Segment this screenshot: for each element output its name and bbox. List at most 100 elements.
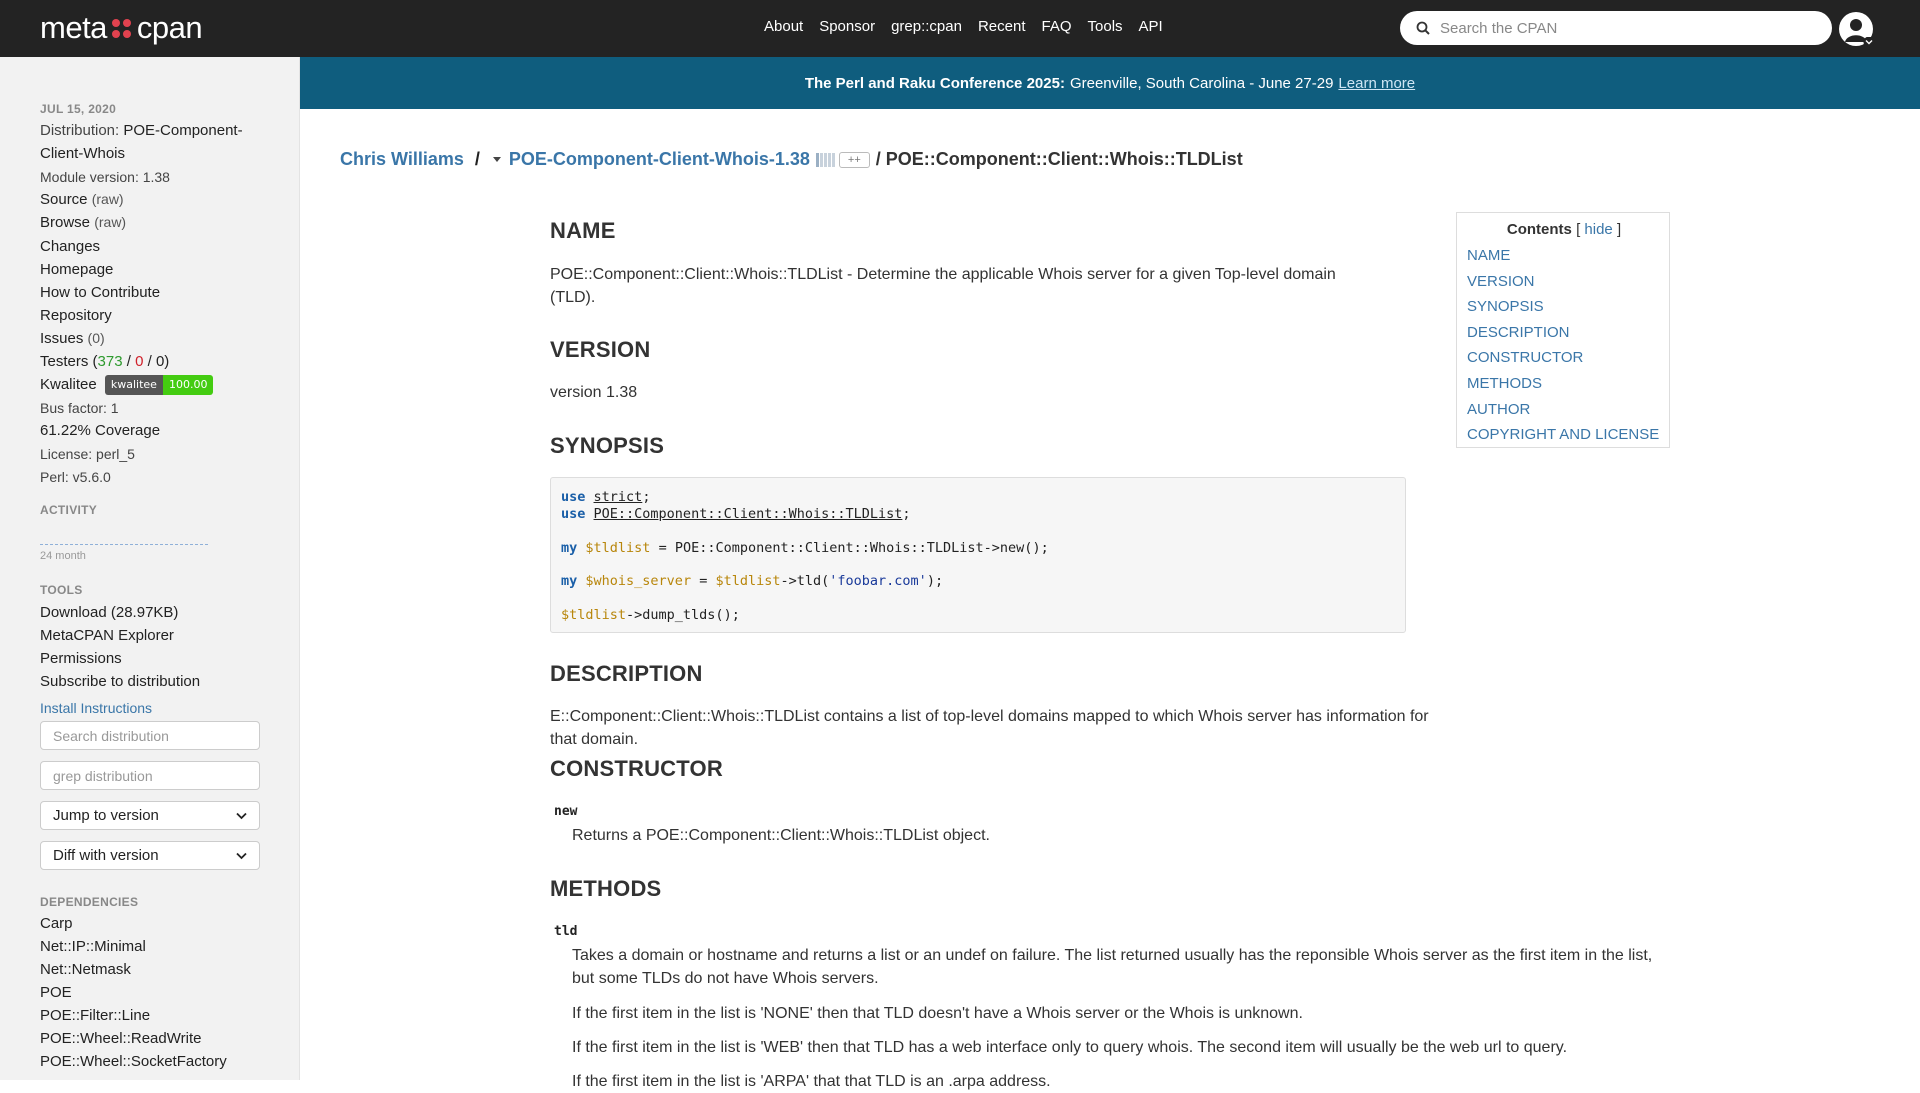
- distribution-link[interactable]: POE-Component-Client-Whois-1.38: [509, 149, 810, 170]
- method-tld-arpa-text: If the first item in the list is 'ARPA' …: [572, 1073, 1051, 1090]
- logo-text-left: meta: [40, 10, 107, 45]
- issues-count: (0): [87, 330, 105, 346]
- kwalitee-badge-value: 100.00: [162, 375, 214, 395]
- toc-item-synopsis[interactable]: SYNOPSIS: [1467, 298, 1659, 324]
- top-navbar: meta cpan About Sponsor grep::cpan Recen…: [0, 0, 1920, 57]
- dependency-link[interactable]: POE::Filter::Line: [40, 1007, 150, 1024]
- search-box: [1400, 11, 1832, 45]
- browse-link[interactable]: Browse: [40, 214, 90, 231]
- banner-learn-more-link[interactable]: Learn more: [1338, 75, 1415, 92]
- download-link[interactable]: Download (28.97KB): [40, 604, 178, 621]
- method-term-tld: tld: [554, 924, 578, 939]
- section-heading-name: NAME: [550, 218, 616, 243]
- chevron-down-icon: [236, 812, 247, 819]
- breadcrumb-separator: /: [474, 149, 480, 169]
- name-text: POE::Component::Client::Whois::TLDList -…: [550, 266, 1336, 306]
- nav-api[interactable]: API: [1139, 18, 1163, 35]
- toc-item-description[interactable]: DESCRIPTION: [1467, 324, 1659, 350]
- nav-recent[interactable]: Recent: [978, 18, 1026, 35]
- metacpan-logo[interactable]: meta cpan: [40, 10, 203, 45]
- rating-icon: [815, 152, 835, 167]
- search-icon: [1416, 21, 1430, 35]
- nav-sponsor[interactable]: Sponsor: [819, 18, 875, 35]
- toc-item-author[interactable]: AUTHOR: [1467, 401, 1659, 427]
- source-row: Source (raw): [40, 191, 124, 208]
- coverage-link[interactable]: 61.22% Coverage: [40, 422, 160, 439]
- activity-period: 24 month: [40, 550, 86, 562]
- install-instructions: Install Instructions: [40, 700, 152, 717]
- nav-tools[interactable]: Tools: [1088, 18, 1123, 35]
- toc-item-name[interactable]: NAME: [1467, 247, 1659, 273]
- subscribe-link[interactable]: Subscribe to distribution: [40, 673, 200, 690]
- dependency-link[interactable]: POE::Wheel::SocketFactory: [40, 1053, 227, 1070]
- toc-item-methods[interactable]: METHODS: [1467, 375, 1659, 401]
- author-link[interactable]: Chris Williams: [340, 149, 464, 170]
- jump-to-version-label: Jump to version: [53, 807, 159, 824]
- sidebar: JUL 15, 2020 Distribution: POE-Component…: [0, 57, 300, 1080]
- dependency-link[interactable]: Net::Netmask: [40, 961, 131, 978]
- browse-row: Browse (raw): [40, 214, 126, 231]
- description-text: E::Component::Client::Whois::TLDList con…: [550, 708, 1429, 748]
- nav-about[interactable]: About: [764, 18, 803, 35]
- search-distribution-input[interactable]: [40, 721, 260, 750]
- grep-distribution-input[interactable]: [40, 761, 260, 790]
- dependency-link[interactable]: POE::Wheel::ReadWrite: [40, 1030, 201, 1047]
- nav-faq[interactable]: FAQ: [1042, 18, 1072, 35]
- kwalitee-badge-label: kwalitee: [104, 375, 163, 395]
- nav-grep-cpan[interactable]: grep::cpan: [891, 18, 962, 35]
- source-link[interactable]: Source: [40, 191, 88, 208]
- dependency-link[interactable]: Carp: [40, 915, 73, 932]
- code-link-strict[interactable]: strict: [594, 489, 643, 505]
- kwalitee-badge[interactable]: kwalitee 100.00: [104, 375, 214, 395]
- distribution-info: Distribution: POE-Component-: [40, 122, 243, 139]
- homepage-link[interactable]: Homepage: [40, 261, 113, 278]
- chevron-down-icon[interactable]: [1863, 37, 1875, 47]
- version-text: version 1.38: [550, 384, 638, 401]
- toc-item-copyright[interactable]: COPYRIGHT AND LICENSE: [1467, 426, 1659, 452]
- distribution-name-line2: Client-Whois: [40, 145, 126, 162]
- diff-with-version-label: Diff with version: [53, 847, 159, 864]
- toc-item-constructor[interactable]: CONSTRUCTOR: [1467, 349, 1659, 375]
- module-version: Module version: 1.38: [40, 169, 170, 185]
- issues-link[interactable]: Issues: [40, 330, 83, 347]
- permissions-link[interactable]: Permissions: [40, 650, 122, 667]
- jump-to-version-select[interactable]: Jump to version: [40, 801, 260, 830]
- changes-link[interactable]: Changes: [40, 238, 100, 255]
- browse-raw-link[interactable]: (raw): [94, 214, 126, 230]
- explorer-link[interactable]: MetaCPAN Explorer: [40, 627, 174, 644]
- release-date: JUL 15, 2020: [40, 102, 117, 116]
- search-input[interactable]: [1440, 11, 1820, 45]
- dependency-link[interactable]: Net::IP::Minimal: [40, 938, 146, 955]
- install-instructions-link[interactable]: Install Instructions: [40, 700, 152, 716]
- plusplus-button[interactable]: ++: [838, 151, 870, 168]
- code-link-module[interactable]: POE::Component::Client::Whois::TLDList: [594, 506, 903, 522]
- top-nav-links: About Sponsor grep::cpan Recent FAQ Tool…: [764, 18, 1163, 35]
- breadcrumb: Chris Williams / POE-Component-Client-Wh…: [340, 149, 1243, 170]
- toc-item-version[interactable]: VERSION: [1467, 273, 1659, 299]
- testers-fail-count: 0: [135, 353, 144, 370]
- dependency-link[interactable]: POE: [40, 984, 72, 1001]
- toc-hide-link[interactable]: hide: [1584, 221, 1612, 238]
- source-raw-link[interactable]: (raw): [92, 191, 124, 207]
- toc-header: Contents [ hide ]: [1506, 221, 1622, 238]
- kwalitee-row: Kwalitee kwalitee 100.00: [40, 375, 214, 395]
- diff-with-version-select[interactable]: Diff with version: [40, 841, 260, 870]
- section-heading-description: DESCRIPTION: [550, 661, 703, 686]
- toc-title: Contents: [1506, 221, 1572, 238]
- synopsis-code-block: use strict; use POE::Component::Client::…: [550, 477, 1406, 633]
- table-of-contents: Contents [ hide ] NAME VERSION SYNOPSIS …: [1456, 212, 1670, 448]
- kwalitee-link[interactable]: Kwalitee: [40, 376, 97, 393]
- testers-link[interactable]: Testers: [40, 353, 88, 370]
- conference-banner: The Perl and Raku Conference 2025: Green…: [300, 57, 1920, 109]
- distribution-name-line1: POE-Component-: [123, 122, 243, 139]
- banner-title: The Perl and Raku Conference 2025:: [804, 74, 1065, 92]
- contribute-link[interactable]: How to Contribute: [40, 284, 160, 301]
- repository-link[interactable]: Repository: [40, 307, 112, 324]
- section-heading-synopsis: SYNOPSIS: [550, 433, 665, 458]
- method-tld-text: Takes a domain or hostname and returns a…: [572, 947, 1653, 987]
- bus-factor: Bus factor: 1: [40, 400, 119, 416]
- license: License: perl_5: [40, 446, 135, 462]
- section-heading-version: VERSION: [550, 337, 651, 362]
- constructor-term-new: new: [554, 804, 578, 819]
- release-dropdown-icon[interactable]: [492, 157, 501, 162]
